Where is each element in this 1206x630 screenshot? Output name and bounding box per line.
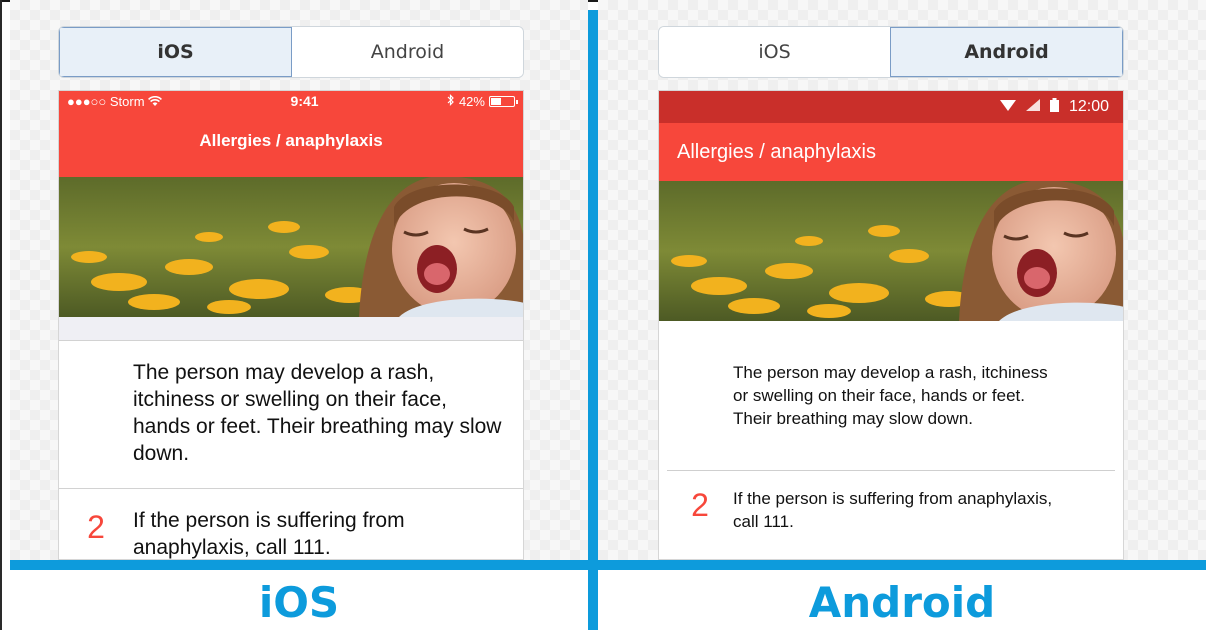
hero-photo (59, 177, 523, 317)
android-phone-screen: 12:00 Allergies / anaphylaxis The person… (658, 90, 1124, 560)
battery-percent: 42% (458, 93, 485, 109)
ios-status-bar: ●●●○○ Storm 9:41 42% (59, 91, 523, 111)
carrier-label: ●●●○○ Storm (67, 94, 163, 109)
toggle-android-button[interactable]: Android (890, 27, 1123, 77)
status-time: 9:41 (290, 93, 319, 109)
ios-panel: iOS Android ●●●○○ Storm 9:41 42% Allergi… (10, 0, 588, 560)
platform-toggle: iOS Android (58, 26, 524, 78)
step-1-text: The person may develop a rash, itchiness… (733, 363, 1048, 428)
toggle-ios-button[interactable]: iOS (659, 27, 890, 77)
caption-android: Android (808, 577, 996, 627)
section-separator (59, 317, 523, 341)
vertical-divider (588, 10, 598, 630)
frame-left-border (0, 0, 2, 630)
signal-icon (1025, 98, 1040, 116)
android-panel: iOS Android 12:00 Allergies / anaphylaxi… (598, 0, 1206, 560)
ios-phone-screen: ●●●○○ Storm 9:41 42% Allergies / anaphyl… (58, 90, 524, 560)
step-1: The person may develop a rash, itchiness… (59, 341, 523, 489)
step-2: 2 If the person is suffering from anaphy… (667, 471, 1115, 533)
step-1: The person may develop a rash, itchiness… (667, 321, 1115, 471)
step-1-text: The person may develop a rash, itchiness… (133, 361, 502, 465)
battery-icon (488, 95, 518, 107)
wifi-icon (999, 98, 1016, 116)
nav-title: Allergies / anaphylaxis (677, 140, 876, 163)
hero-photo (659, 181, 1123, 321)
status-time: 12:00 (1068, 98, 1109, 115)
wifi-icon (148, 94, 163, 109)
step-2: 2 If the person is suffering from anaphy… (59, 489, 523, 559)
bluetooth-icon (447, 93, 455, 109)
step-1-number (59, 359, 133, 488)
android-toolbar: Allergies / anaphylaxis (659, 123, 1123, 181)
battery-icon (1049, 97, 1059, 117)
step-2-text: If the person is suffering from anaphyla… (733, 489, 1053, 531)
android-status-bar: 12:00 (659, 91, 1123, 123)
step-2-text: If the person is suffering from anaphyla… (133, 509, 405, 559)
toggle-ios-button[interactable]: iOS (59, 27, 292, 77)
caption-ios: iOS (258, 577, 340, 627)
horizontal-divider (10, 560, 1206, 570)
step-2-number: 2 (691, 487, 709, 523)
toggle-android-button[interactable]: Android (292, 27, 523, 77)
platform-toggle: iOS Android (658, 26, 1124, 78)
step-1-number (667, 361, 733, 470)
nav-title: Allergies / anaphylaxis (199, 131, 383, 150)
status-right: 42% (447, 93, 518, 109)
step-2-number: 2 (87, 509, 105, 545)
ios-nav-bar: Allergies / anaphylaxis (59, 111, 523, 177)
